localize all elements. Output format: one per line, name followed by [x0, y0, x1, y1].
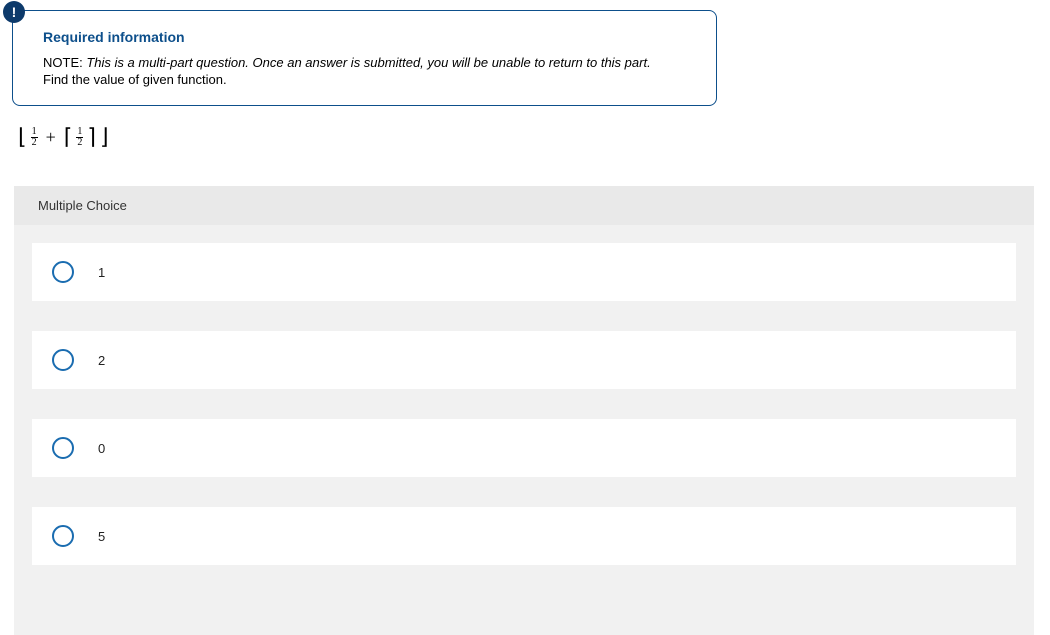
mc-option[interactable]: 0 [32, 419, 1016, 477]
option-label: 5 [98, 529, 105, 544]
fraction-denominator: 2 [31, 138, 38, 148]
floor-left-icon [18, 124, 27, 150]
note-label: NOTE: [43, 55, 83, 70]
mc-options-list: 1 2 0 5 [14, 225, 1034, 565]
radio-icon[interactable] [52, 261, 74, 283]
floor-right-icon [100, 124, 109, 150]
mc-option[interactable]: 2 [32, 331, 1016, 389]
fraction-half-2: 1 2 [76, 127, 83, 148]
note-text: This is a multi-part question. Once an a… [86, 55, 650, 70]
info-title: Required information [43, 29, 686, 45]
radio-icon[interactable] [52, 349, 74, 371]
info-subtext: Find the value of given function. [43, 72, 686, 87]
radio-icon[interactable] [52, 525, 74, 547]
mc-option[interactable]: 5 [32, 507, 1016, 565]
math-expression: 1 2 + 1 2 [18, 124, 1050, 150]
info-note: NOTE: This is a multi-part question. Onc… [43, 55, 686, 70]
multiple-choice-panel: Multiple Choice 1 2 0 5 [14, 186, 1034, 635]
fraction-numerator: 1 [31, 127, 38, 138]
ceil-right-icon [87, 124, 96, 150]
required-info-box: ! Required information NOTE: This is a m… [12, 10, 717, 106]
fraction-denominator: 2 [76, 138, 83, 148]
option-label: 1 [98, 265, 105, 280]
mc-option[interactable]: 1 [32, 243, 1016, 301]
fraction-half-1: 1 2 [31, 127, 38, 148]
mc-header: Multiple Choice [14, 186, 1034, 225]
fraction-numerator: 1 [76, 127, 83, 138]
ceil-left-icon [64, 124, 73, 150]
alert-icon: ! [3, 1, 25, 23]
option-label: 2 [98, 353, 105, 368]
plus-operator: + [46, 127, 56, 148]
option-label: 0 [98, 441, 105, 456]
radio-icon[interactable] [52, 437, 74, 459]
